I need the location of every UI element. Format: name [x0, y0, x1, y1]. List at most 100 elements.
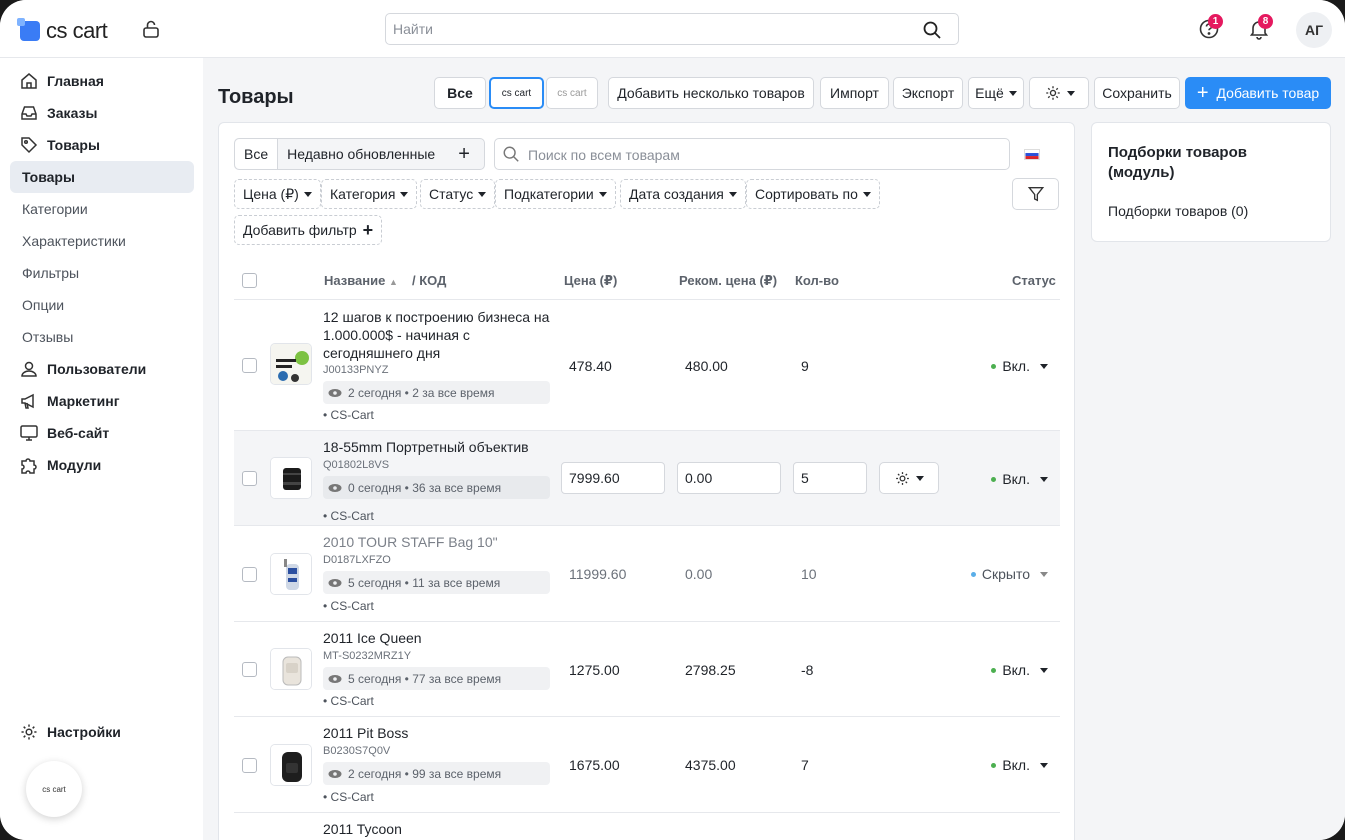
row-checkbox[interactable]: [242, 358, 257, 373]
product-list-price[interactable]: 4375.00: [685, 757, 736, 773]
quantity-input[interactable]: 5: [793, 462, 867, 494]
global-search[interactable]: [385, 13, 959, 45]
search-icon[interactable]: [922, 20, 942, 40]
sidebar-subitem-reviews[interactable]: Отзывы: [10, 321, 194, 353]
products-search-input[interactable]: [528, 147, 988, 163]
product-quantity[interactable]: 7: [801, 757, 809, 773]
product-thumbnail[interactable]: [270, 648, 312, 690]
settings-dropdown-button[interactable]: [1029, 77, 1089, 109]
table-row[interactable]: 2011 Tycoon: [234, 812, 1060, 840]
add-multiple-products-button[interactable]: Добавить несколько товаров: [608, 77, 814, 109]
product-name-link[interactable]: 2010 TOUR STAFF Bag 10": [323, 533, 553, 551]
product-name-link[interactable]: 2011 Ice Queen: [323, 629, 553, 647]
column-header-quantity[interactable]: Кол-во: [795, 273, 839, 288]
sidebar-subitem-options[interactable]: Опции: [10, 289, 194, 321]
sidebar-subitem-categories[interactable]: Категории: [10, 193, 194, 225]
row-actions-button[interactable]: [879, 462, 939, 494]
eye-icon: [328, 483, 342, 492]
sidebar-item-addons[interactable]: Модули: [10, 449, 194, 481]
product-price[interactable]: 1675.00: [569, 757, 620, 773]
product-thumbnail[interactable]: [270, 744, 312, 786]
sidebar-item-home[interactable]: Главная: [10, 65, 194, 97]
flag-ru-icon[interactable]: [1024, 149, 1040, 160]
product-quantity[interactable]: 9: [801, 358, 809, 374]
row-checkbox[interactable]: [242, 758, 257, 773]
product-list-price[interactable]: 480.00: [685, 358, 728, 374]
sidebar-subitem-filters[interactable]: Фильтры: [10, 257, 194, 289]
product-name-link[interactable]: 12 шагов к построению бизнеса на 1.000.0…: [323, 308, 553, 362]
sidebar-item-marketing[interactable]: Маркетинг: [10, 385, 194, 417]
more-button[interactable]: Ещё: [968, 77, 1024, 109]
filter-chip-sort[interactable]: Сортировать по: [746, 179, 880, 209]
store-all-button[interactable]: Все: [434, 77, 486, 109]
status-dropdown[interactable]: Скрыто: [970, 566, 1048, 582]
import-button[interactable]: Импорт: [820, 77, 889, 109]
filter-chip-price[interactable]: Цена (₽): [234, 179, 321, 209]
row-checkbox[interactable]: [242, 567, 257, 582]
cs-cart-logo[interactable]: cs cart: [17, 18, 108, 44]
sidebar-item-orders[interactable]: Заказы: [10, 97, 194, 129]
product-thumbnail[interactable]: [270, 457, 312, 499]
product-price[interactable]: 478.40: [569, 358, 612, 374]
status-dropdown[interactable]: Вкл.: [991, 757, 1048, 773]
table-row[interactable]: 18-55mm Портретный объектив Q01802L8VS 0…: [234, 430, 1060, 525]
sidebar-item-settings[interactable]: Настройки: [10, 716, 194, 748]
column-header-status[interactable]: Статус: [1012, 273, 1056, 288]
column-header-name[interactable]: Название ▲: [324, 273, 398, 288]
select-all-checkbox[interactable]: [242, 273, 257, 288]
column-header-price[interactable]: Цена (₽): [564, 273, 617, 289]
product-price[interactable]: 1275.00: [569, 662, 620, 678]
column-header-code[interactable]: / КОД: [412, 273, 446, 288]
store-switch-1[interactable]: cs cart: [489, 77, 544, 109]
status-dropdown[interactable]: Вкл.: [991, 662, 1048, 678]
price-input[interactable]: 7999.60: [561, 462, 665, 494]
save-button[interactable]: Сохранить: [1094, 77, 1180, 109]
products-search[interactable]: [494, 138, 1010, 170]
row-checkbox[interactable]: [242, 471, 257, 486]
sidebar-item-users[interactable]: Пользователи: [10, 353, 194, 385]
sidebar-item-website[interactable]: Веб-сайт: [10, 417, 194, 449]
export-button[interactable]: Экспорт: [893, 77, 963, 109]
product-list-price[interactable]: 2798.25: [685, 662, 736, 678]
filter-chip-created-date[interactable]: Дата создания: [620, 179, 746, 209]
sidebar-subitem-products[interactable]: Товары: [10, 161, 194, 193]
table-row[interactable]: 2011 Ice Queen MT-S0232MRZ1Y 5 сегодня •…: [234, 621, 1060, 716]
product-list-price[interactable]: 0.00: [685, 566, 712, 582]
sidebar-item-products[interactable]: Товары: [10, 129, 194, 161]
filter-chip-subcategories[interactable]: Подкатегории: [495, 179, 616, 209]
row-checkbox[interactable]: [242, 662, 257, 677]
table-row[interactable]: 2010 TOUR STAFF Bag 10" D0187LXFZO 5 сег…: [234, 525, 1060, 621]
add-filter-button[interactable]: Добавить фильтр +: [234, 215, 383, 245]
product-thumbnail[interactable]: [270, 343, 312, 385]
product-price[interactable]: 11999.60: [569, 566, 626, 582]
sidebar-subitem-features[interactable]: Характеристики: [10, 225, 194, 257]
collections-link[interactable]: Подборки товаров (0): [1108, 203, 1248, 219]
table-row[interactable]: 2011 Pit Boss B0230S7Q0V 2 сегодня • 99 …: [234, 716, 1060, 812]
product-name-link[interactable]: 2011 Pit Boss: [323, 724, 553, 742]
table-row[interactable]: 12 шагов к построению бизнеса на 1.000.0…: [234, 299, 1060, 430]
product-quantity[interactable]: -8: [801, 662, 813, 678]
status-dropdown[interactable]: Вкл.: [991, 471, 1048, 487]
status-dropdown[interactable]: Вкл.: [991, 358, 1048, 374]
tab-recently-updated[interactable]: Недавно обновленные: [278, 139, 444, 169]
advanced-filter-button[interactable]: [1012, 178, 1059, 210]
filter-chip-category[interactable]: Категория: [321, 179, 418, 209]
product-name-link[interactable]: 18-55mm Портретный объектив: [323, 438, 553, 456]
global-search-input[interactable]: [393, 21, 893, 37]
filter-chip-status[interactable]: Статус: [420, 179, 496, 209]
tab-all[interactable]: Все: [235, 139, 279, 169]
unlock-icon[interactable]: [141, 19, 161, 39]
product-quantity[interactable]: 10: [801, 566, 817, 582]
storefront-logo-bubble[interactable]: cs cart: [26, 761, 82, 817]
product-thumbnail[interactable]: [270, 553, 312, 595]
list-price-input[interactable]: 0.00: [677, 462, 781, 494]
user-avatar[interactable]: АГ: [1296, 12, 1332, 48]
column-header-list-price[interactable]: Реком. цена (₽): [679, 273, 777, 289]
product-name-link[interactable]: 2011 Tycoon: [323, 820, 553, 838]
monitor-icon: [20, 425, 38, 441]
filter-chip-label: Категория: [330, 186, 396, 202]
add-product-button[interactable]: + Добавить товар: [1185, 77, 1331, 109]
add-tab-icon[interactable]: +: [444, 139, 484, 169]
store-switch-2[interactable]: cs cart: [546, 77, 598, 109]
chevron-down-icon: [400, 191, 409, 197]
